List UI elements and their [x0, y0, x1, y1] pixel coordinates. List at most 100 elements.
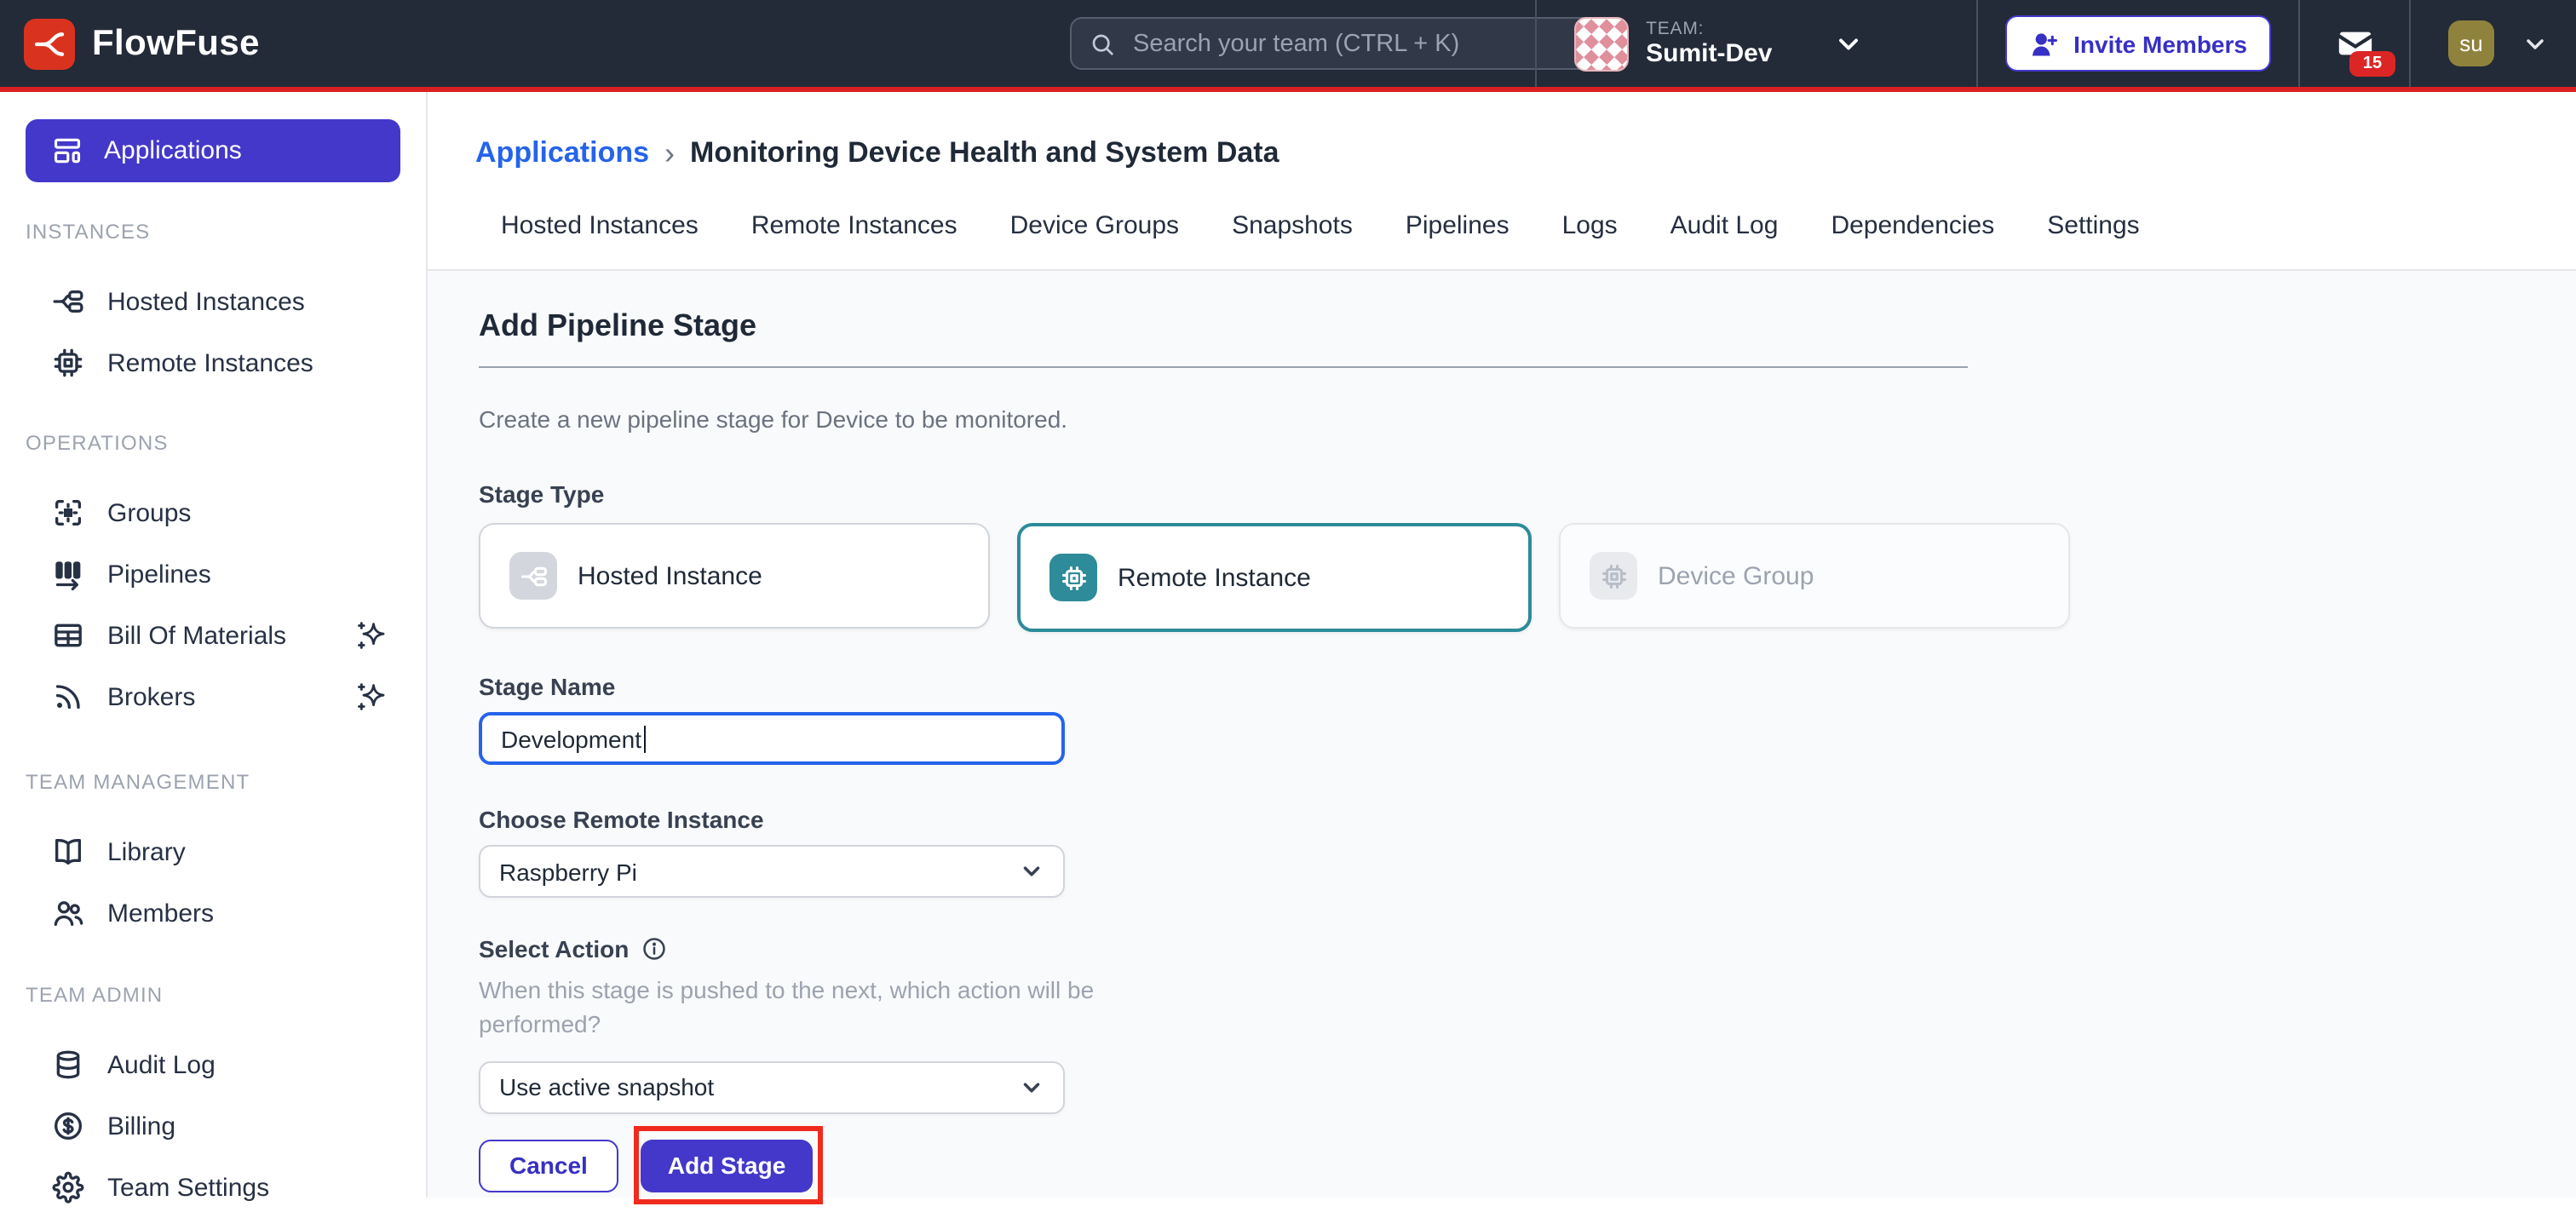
sidebar-item-label: Remote Instances	[107, 348, 313, 377]
stage-type-label-hosted: Hosted Instance	[578, 561, 762, 590]
breadcrumb-applications-link[interactable]: Applications	[475, 136, 649, 170]
sidebar-item-hosted-instances[interactable]: Hosted Instances	[0, 271, 426, 332]
tab-settings[interactable]: Settings	[2047, 211, 2139, 240]
tab-pipelines[interactable]: Pipelines	[1406, 211, 1509, 240]
tab-hosted-instances[interactable]: Hosted Instances	[501, 211, 699, 240]
form-description: Create a new pipeline stage for Device t…	[479, 405, 2576, 433]
sidebar-item-bill-of-materials[interactable]: Bill Of Materials	[0, 605, 426, 666]
sidebar-item-label: Library	[107, 837, 186, 866]
remote-instance-select[interactable]: Raspberry Pi	[479, 845, 1065, 898]
navbar-right-cluster: TEAM: Sumit-Dev Invite Members 15	[1535, 0, 2576, 87]
form-actions: Cancel Add Stage	[479, 1139, 2576, 1192]
sidebar-section-team-management: TEAM MANAGEMENT	[26, 770, 426, 794]
breadcrumb: Applications › Monitoring Device Health …	[475, 136, 2576, 170]
user-menu[interactable]: su	[2411, 20, 2576, 66]
tab-logs[interactable]: Logs	[1562, 211, 1618, 240]
team-name: Sumit-Dev	[1646, 39, 1772, 69]
action-value: Use active snapshot	[499, 1073, 714, 1100]
stage-name-value: Development	[501, 725, 641, 752]
form-title: Add Pipeline Stage	[479, 308, 2576, 344]
sidebar-item-label: Billing	[107, 1112, 175, 1140]
sidebar-item-applications[interactable]: Applications	[26, 119, 400, 182]
sidebar-item-label: Pipelines	[107, 560, 211, 589]
user-avatar: su	[2448, 20, 2494, 66]
text-cursor	[643, 725, 646, 752]
remote-instances-icon	[51, 346, 85, 380]
stage-type-label: Stage Type	[479, 480, 2576, 508]
pipelines-icon	[51, 557, 85, 591]
sidebar-item-groups[interactable]: Groups	[0, 482, 426, 543]
action-select[interactable]: Use active snapshot	[479, 1060, 1065, 1113]
stage-name-label: Stage Name	[479, 673, 2576, 700]
page-title: Monitoring Device Health and System Data	[690, 136, 1279, 170]
database-icon	[51, 1048, 85, 1082]
tab-device-groups[interactable]: Device Groups	[1010, 211, 1179, 240]
sparkles-icon	[354, 680, 388, 714]
sidebar-item-remote-instances[interactable]: Remote Instances	[0, 332, 426, 394]
stage-type-remote-instance-selected[interactable]: Remote Instance	[1017, 523, 1532, 632]
brand-name: FlowFuse	[92, 23, 260, 64]
search-input[interactable]	[1130, 28, 1603, 59]
team-selector[interactable]: TEAM: Sumit-Dev	[1537, 16, 1976, 71]
sidebar-item-pipelines[interactable]: Pipelines	[0, 543, 426, 605]
remote-instance-icon	[1049, 554, 1097, 601]
sidebar-item-label: Bill Of Materials	[107, 621, 286, 650]
invite-members-button[interactable]: Invite Members	[2005, 15, 2271, 72]
sidebar-item-members[interactable]: Members	[0, 882, 426, 944]
remote-instance-value: Raspberry Pi	[499, 858, 637, 885]
sidebar-item-audit-log[interactable]: Audit Log	[0, 1034, 426, 1095]
hosted-instances-icon	[51, 284, 85, 319]
sidebar-item-label: Hosted Instances	[107, 287, 305, 316]
applications-icon	[51, 135, 83, 167]
tab-dependencies[interactable]: Dependencies	[1831, 211, 1994, 240]
main-content: Applications › Monitoring Device Health …	[428, 92, 2576, 1198]
divider	[479, 366, 1968, 368]
tab-remote-instances[interactable]: Remote Instances	[751, 211, 957, 240]
team-avatar	[1574, 16, 1629, 71]
notifications-button[interactable]: 15	[2300, 0, 2409, 87]
sidebar-item-label: Audit Log	[107, 1050, 216, 1079]
select-action-label: Select Action	[479, 935, 2576, 962]
flowfuse-logo[interactable]: FlowFuse	[0, 18, 260, 69]
breadcrumb-separator: ›	[664, 138, 675, 169]
sidebar-section-operations: OPERATIONS	[26, 431, 426, 455]
team-label: TEAM:	[1646, 19, 1772, 39]
invite-members-label: Invite Members	[2073, 30, 2247, 57]
stage-type-label-device-group: Device Group	[1658, 561, 1814, 590]
sidebar-item-brokers[interactable]: Brokers	[0, 666, 426, 727]
device-group-icon	[1590, 552, 1637, 600]
library-icon	[51, 835, 85, 869]
sidebar-item-team-settings[interactable]: Team Settings	[0, 1157, 426, 1218]
tab-snapshots[interactable]: Snapshots	[1232, 211, 1353, 240]
cancel-button[interactable]: Cancel	[479, 1139, 618, 1192]
stage-type-label-remote: Remote Instance	[1118, 563, 1311, 592]
add-pipeline-stage-form: Add Pipeline Stage Create a new pipeline…	[428, 269, 2576, 1198]
sidebar-section-instances: INSTANCES	[26, 220, 426, 244]
add-stage-button[interactable]: Add Stage	[641, 1139, 813, 1192]
chevron-down-icon	[2521, 30, 2549, 57]
sidebar-item-label: Applications	[104, 136, 242, 165]
groups-icon	[51, 496, 85, 530]
application-tabs: Hosted Instances Remote Instances Device…	[501, 211, 2576, 240]
sidebar: Applications INSTANCES Hosted Instances …	[0, 92, 428, 1198]
choose-remote-instance-label: Choose Remote Instance	[479, 806, 2576, 833]
sidebar-item-library[interactable]: Library	[0, 821, 426, 882]
members-icon	[51, 896, 85, 930]
stage-type-hosted-instance[interactable]: Hosted Instance	[479, 523, 990, 629]
hosted-instance-icon	[509, 552, 557, 600]
chevron-down-icon	[1834, 28, 1865, 59]
stage-name-input[interactable]: Development	[479, 712, 1065, 765]
sidebar-item-billing[interactable]: Billing	[0, 1095, 426, 1157]
top-navbar: FlowFuse TEAM: Sumit-Dev	[0, 0, 2576, 92]
sidebar-item-label: Groups	[107, 498, 191, 527]
select-action-help: When this stage is pushed to the next, w…	[479, 973, 1123, 1042]
tab-audit-log[interactable]: Audit Log	[1670, 211, 1779, 240]
sidebar-item-label: Members	[107, 899, 214, 928]
sidebar-item-label: Brokers	[107, 682, 195, 711]
sidebar-section-team-admin: TEAM ADMIN	[26, 983, 426, 1007]
sparkles-icon	[354, 618, 388, 652]
info-icon[interactable]	[641, 935, 668, 962]
chevron-down-icon	[1019, 859, 1044, 884]
notification-badge: 15	[2349, 51, 2395, 77]
search-icon	[1089, 30, 1116, 57]
